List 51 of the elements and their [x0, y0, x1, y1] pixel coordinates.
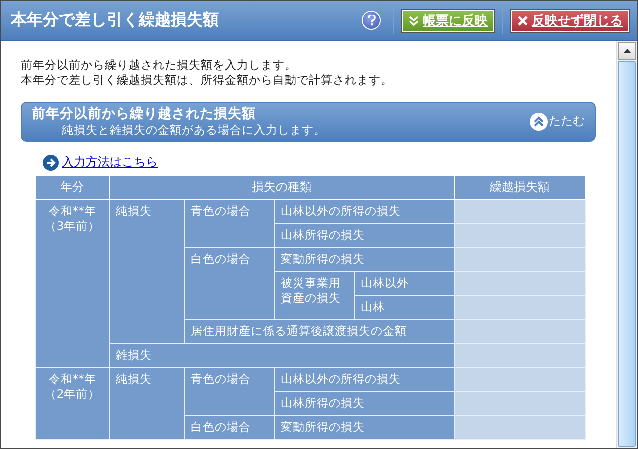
year-cell: 令和**年 （3年前） — [36, 200, 110, 368]
amount-input-field[interactable] — [454, 392, 586, 416]
amount-input-field[interactable] — [454, 224, 586, 248]
question-mark-icon — [368, 15, 376, 26]
intro-text: 本年分で差し引く繰越損失額は、所得金額から自動で計算されます。 — [21, 73, 394, 88]
close-without-apply-button[interactable]: 反映せず閉じる — [511, 10, 629, 32]
amount-input-field[interactable] — [454, 416, 586, 440]
loss-type-cell: 純損失 — [110, 200, 184, 344]
scrollbar[interactable] — [616, 41, 637, 448]
section-title: 前年分以前から繰り越された損失額 — [32, 106, 257, 123]
year-cell: 令和**年 （2年前） — [36, 368, 110, 440]
amount-input-field[interactable] — [454, 200, 586, 224]
amount-input-field[interactable] — [454, 272, 586, 296]
scroll-up-button[interactable] — [618, 42, 636, 60]
scroll-thumb[interactable] — [618, 61, 636, 447]
loss-type-cell: 被災事業用資産の損失 — [274, 272, 354, 320]
amount-input-field[interactable] — [454, 248, 586, 272]
column-header: 繰越損失額 — [454, 176, 586, 200]
section-subtitle: 純損失と雑損失の金額がある場合に入力します。 — [61, 123, 327, 137]
double-chevron-up-icon — [530, 112, 548, 130]
loss-type-cell: 青色の場合 — [184, 200, 274, 248]
column-header: 損失の種類 — [110, 176, 454, 200]
amount-input-field[interactable] — [454, 368, 586, 392]
loss-type-cell: 山林 — [354, 296, 454, 320]
loss-type-cell: 雑損失 — [110, 344, 454, 368]
loss-type-cell: 白色の場合 — [184, 248, 274, 320]
loss-type-cell: 純損失 — [110, 368, 184, 440]
window-title: 本年分で差し引く繰越損失額 — [11, 10, 220, 31]
double-chevron-down-icon — [408, 14, 420, 26]
amount-input-field[interactable] — [454, 296, 586, 320]
loss-type-cell: 変動所得の損失 — [274, 416, 454, 440]
amount-input-field[interactable] — [454, 344, 586, 368]
up-triangle-icon — [624, 49, 630, 53]
how-to-input-link[interactable]: 入力方法はこちら — [62, 154, 158, 171]
column-header: 年分 — [36, 176, 110, 200]
loss-type-cell: 山林所得の損失 — [274, 224, 454, 248]
loss-type-cell: 白色の場合 — [184, 416, 274, 440]
loss-type-cell: 青色の場合 — [184, 368, 274, 416]
amount-input-field[interactable] — [454, 320, 586, 344]
loss-type-cell: 山林以外の所得の損失 — [274, 368, 454, 392]
apply-button[interactable]: 帳票に反映 — [402, 10, 494, 32]
intro-text: 前年分以前から繰り越された損失額を入力します。 — [21, 58, 298, 73]
close-icon — [517, 14, 529, 26]
help-button[interactable] — [362, 11, 381, 30]
loss-type-cell: 居住用財産に係る通算後譲渡損失の金額 — [184, 320, 454, 344]
arrow-right-circle-icon — [43, 154, 59, 170]
loss-type-cell: 山林以外 — [354, 272, 454, 296]
loss-type-cell: 山林以外の所得の損失 — [274, 200, 454, 224]
loss-type-cell: 変動所得の損失 — [274, 248, 454, 272]
collapse-button[interactable]: たたむ — [530, 112, 585, 130]
loss-type-cell: 山林所得の損失 — [274, 392, 454, 416]
